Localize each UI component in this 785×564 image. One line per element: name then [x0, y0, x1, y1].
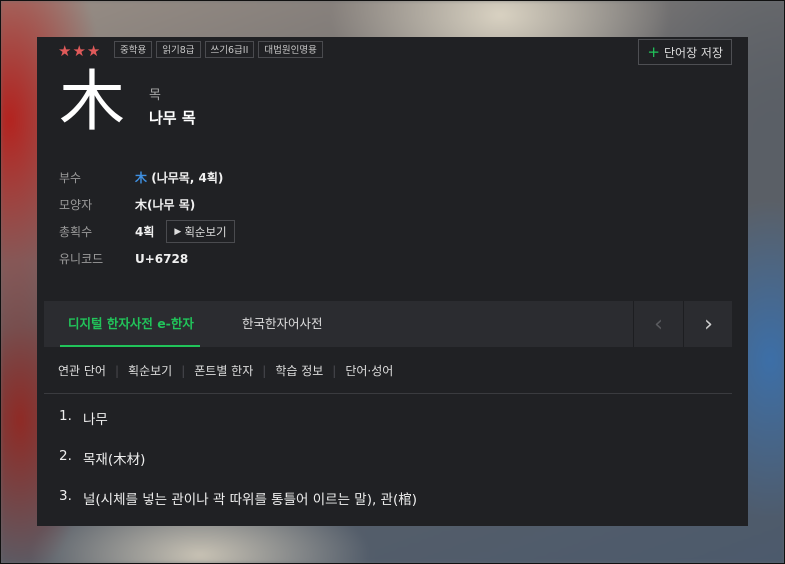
shape-label: 모양자 — [59, 198, 93, 212]
info-row-unicode: 유니코드 U+6728 — [59, 245, 235, 272]
info-row-shape: 모양자 木(나무 목) — [59, 191, 235, 218]
tag-middle-school: 중학용 — [114, 41, 153, 58]
definition-text: 나무 — [83, 412, 108, 428]
hanja-sound: 목 — [149, 88, 161, 103]
chevron-right-icon[interactable]: › — [683, 301, 733, 347]
tag-reading-grade: 읽기8급 — [156, 41, 201, 58]
subnav-font-hanja[interactable]: 폰트별 한자 — [194, 362, 253, 379]
strokes-value: 4획 — [135, 225, 155, 239]
definition-text: 목재(木材) — [83, 452, 146, 468]
dictionary-tabs: 디지털 한자사전 e-한자 한국한자어사전 ‹ › — [44, 301, 732, 347]
unicode-label: 유니코드 — [59, 252, 104, 266]
definition-list: 1. 나무 2. 목재(木材) 3. 널(시체를 넣는 관이나 곽 따위를 통틀… — [59, 408, 417, 526]
radical-link[interactable]: 木 — [135, 171, 147, 185]
section-subnav: 연관 단어 | 획순보기 | 폰트별 한자 | 학습 정보 | 단어·성어 — [58, 362, 393, 379]
stroke-order-button[interactable]: ▶ 획순보기 — [166, 220, 235, 243]
tab-digital-hanja-dictionary[interactable]: 디지털 한자사전 e-한자 — [60, 301, 200, 347]
grade-tags: 중학용 읽기8급 쓰기6급II 대법원인명용 — [114, 41, 323, 58]
strokes-label: 총획수 — [59, 225, 93, 239]
definition-item: 2. 목재(木材) — [59, 448, 417, 488]
save-button-label: 단어장 저장 — [663, 45, 723, 60]
definition-number: 2. — [59, 448, 72, 464]
shape-value: 木(나무 목) — [135, 198, 196, 212]
definition-number: 3. — [59, 488, 72, 504]
subnav-divider: | — [114, 363, 120, 378]
definition-item: 1. 나무 — [59, 408, 417, 448]
tab-korean-hanja-word-dictionary[interactable]: 한국한자어사전 — [242, 301, 323, 347]
hanja-dictionary-panel: ★★★ 중학용 읽기8급 쓰기6급II 대법원인명용 + 단어장 저장 木 목 … — [37, 37, 748, 526]
save-to-wordbook-button[interactable]: + 단어장 저장 — [638, 39, 732, 65]
stroke-order-label: 획순보기 — [184, 224, 227, 239]
unicode-value: U+6728 — [135, 251, 189, 266]
subnav-stroke-order[interactable]: 획순보기 — [128, 362, 172, 379]
info-row-radical: 부수 木 (나무목, 4획) — [59, 164, 235, 191]
radical-detail: (나무목, 4획) — [151, 171, 224, 185]
character-info: 부수 木 (나무목, 4획) 모양자 木(나무 목) 총획수 4획 ▶ 획순보기… — [59, 164, 235, 272]
hanja-character: 木 — [59, 63, 125, 140]
info-row-strokes: 총획수 4획 ▶ 획순보기 — [59, 218, 235, 245]
tag-name-use: 대법원인명용 — [258, 41, 323, 58]
section-divider — [44, 393, 732, 394]
difficulty-stars: ★★★ — [58, 42, 102, 60]
definition-text: 널(시체를 넣는 관이나 곽 따위를 통틀어 이르는 말), 관(棺) — [83, 492, 418, 508]
subnav-divider: | — [262, 363, 267, 378]
radical-label: 부수 — [59, 171, 82, 185]
subnav-study-info[interactable]: 학습 정보 — [275, 362, 323, 379]
plus-icon: + — [647, 42, 660, 61]
hanja-meaning: 나무 목 — [149, 109, 196, 127]
subnav-words-idioms[interactable]: 단어·성어 — [345, 362, 393, 379]
subnav-divider: | — [332, 363, 337, 378]
subnav-divider: | — [181, 363, 186, 378]
definition-number: 1. — [59, 408, 72, 424]
definition-item: 3. 널(시체를 넣는 관이나 곽 따위를 통틀어 이르는 말), 관(棺) — [59, 488, 417, 526]
radical-value: 木 (나무목, 4획) — [135, 169, 223, 186]
subnav-related-words[interactable]: 연관 단어 — [58, 362, 106, 379]
play-icon: ▶ — [174, 226, 182, 237]
tag-writing-grade: 쓰기6급II — [204, 41, 255, 58]
chevron-left-icon[interactable]: ‹ — [633, 301, 683, 347]
